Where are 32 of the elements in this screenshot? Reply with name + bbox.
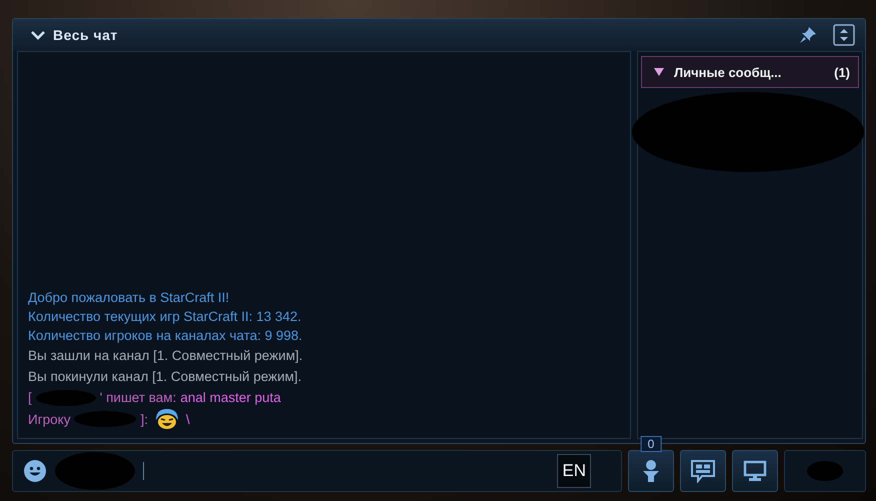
- smiley-icon[interactable]: [23, 459, 47, 483]
- pin-icon[interactable]: [799, 26, 817, 44]
- monitor-button[interactable]: [732, 450, 778, 492]
- group-title: Личные сообщ...: [674, 64, 782, 80]
- emoticon-icon: [154, 408, 180, 430]
- count-badge: 0: [640, 436, 662, 452]
- bracket-text: ]:: [140, 412, 148, 426]
- chevron-icon[interactable]: [31, 30, 45, 40]
- system-message: Количество текущих игр StarCraft II: 13 342.: [28, 308, 302, 326]
- whisper-text: anal master puta: [180, 390, 281, 405]
- system-message: Количество игроков на каналах чата: 9 998.: [28, 327, 302, 345]
- monitor-icon: [743, 460, 767, 482]
- whisper-label: ' пишет вам:: [100, 390, 176, 405]
- redaction-mark: [36, 390, 96, 406]
- chat-button[interactable]: [680, 450, 726, 492]
- friends-button[interactable]: [628, 450, 674, 492]
- language-indicator[interactable]: EN: [557, 454, 591, 488]
- text-cursor: [143, 462, 144, 480]
- bracket-text: [: [28, 390, 32, 405]
- whisper-label: Игроку: [28, 412, 70, 426]
- person-icon: [641, 459, 661, 483]
- channel-notice: Вы покинули канал [1. Совместный режим].: [28, 369, 302, 384]
- chat-input[interactable]: EN: [12, 450, 622, 492]
- resize-icon[interactable]: [833, 24, 855, 46]
- speech-bubble-icon: [690, 459, 716, 483]
- system-message: Добро пожаловать в StarCraft II!: [28, 289, 230, 307]
- window-title: Весь чат: [53, 27, 118, 43]
- whisper-text: \: [186, 412, 190, 426]
- channel-notice: Вы зашли на канал [1. Совместный режим].: [28, 348, 303, 363]
- count: (1): [834, 64, 850, 80]
- private-messages-header[interactable]: Личные сообщ... (1): [641, 56, 859, 88]
- redaction-mark: [807, 461, 843, 481]
